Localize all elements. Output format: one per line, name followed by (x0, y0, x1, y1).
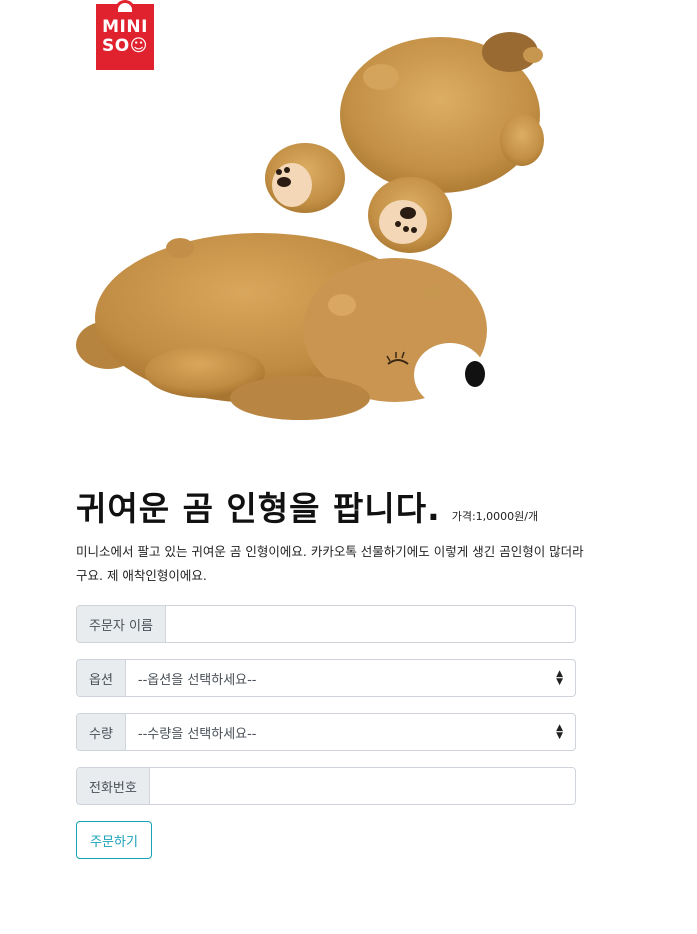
quantity-label: 수량 (77, 714, 126, 750)
quantity-input-group: 수량 --수량을 선택하세요-- ▲ ▼ (76, 713, 576, 751)
bear-top (265, 32, 544, 253)
title-row: 귀여운 곰 인형을 팝니다. 가격:1,0000원/개 (76, 482, 636, 530)
quantity-select[interactable]: --수량을 선택하세요-- ▲ ▼ (126, 714, 575, 750)
name-input-group: 주문자 이름 (76, 605, 576, 643)
bear-bottom (76, 233, 487, 420)
name-input[interactable] (165, 606, 575, 642)
select-arrows-icon: ▲ ▼ (556, 669, 563, 687)
option-select[interactable]: --옵션을 선택하세요-- ▲ ▼ (126, 660, 575, 696)
select-arrows-icon: ▲ ▼ (556, 723, 563, 741)
logo-text-line2: SO☺ (102, 36, 148, 56)
logo-text-line1: MINI (102, 17, 148, 37)
product-title: 귀여운 곰 인형을 팝니다. (76, 489, 441, 528)
product-description: 미니소에서 팔고 있는 귀여운 곰 인형이에요. 카카오톡 선물하기에도 이렇게… (76, 544, 584, 583)
option-selected-value: --옵션을 선택하세요-- (137, 672, 257, 688)
option-label: 옵션 (77, 660, 126, 696)
quantity-selected-value: --수량을 선택하세요-- (137, 726, 257, 742)
miniso-logo: MINI SO☺ (96, 0, 154, 70)
phone-input-group: 전화번호 (76, 767, 576, 805)
order-button[interactable]: 주문하기 (76, 821, 152, 859)
option-input-group: 옵션 --옵션을 선택하세요-- ▲ ▼ (76, 659, 576, 697)
phone-input[interactable] (149, 768, 575, 804)
phone-label: 전화번호 (77, 768, 150, 804)
name-label: 주문자 이름 (77, 606, 166, 642)
product-price: 가격:1,0000원/개 (451, 510, 539, 523)
